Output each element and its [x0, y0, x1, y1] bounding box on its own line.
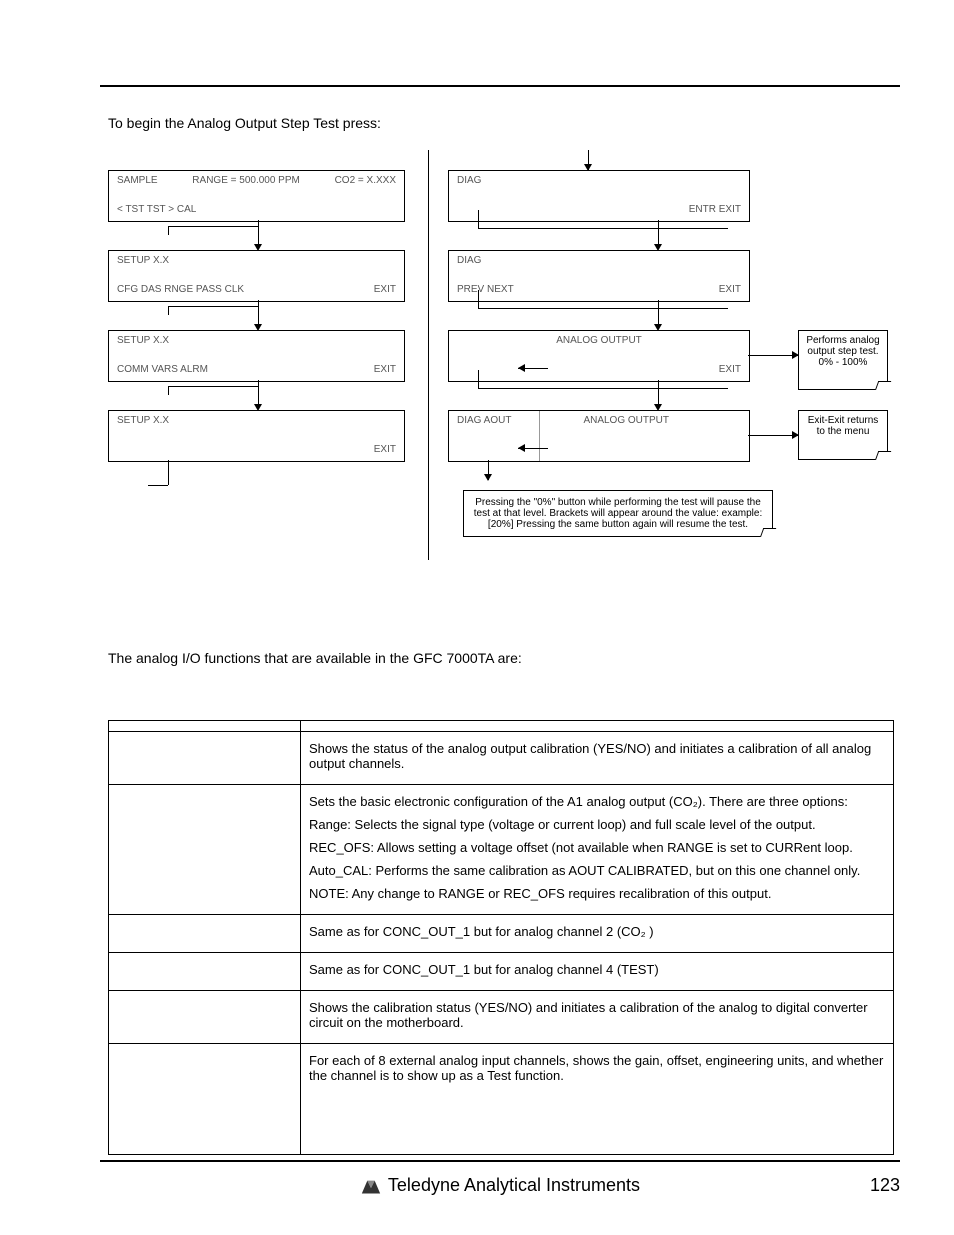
table-cell-text: For each of 8 external analog input chan…	[309, 1053, 885, 1083]
table-cell-desc: Sets the basic electronic configuration …	[301, 785, 894, 915]
table-cell-key	[109, 732, 301, 785]
screen-label: SETUP X.X	[117, 255, 169, 266]
screen-button-group: EXIT	[374, 284, 396, 295]
table-header-right	[301, 721, 894, 732]
table-cell-text: Range: Selects the signal type (voltage …	[309, 817, 885, 832]
table-cell-key	[109, 991, 301, 1044]
menu-screen: DIAG PREV NEXT EXIT	[448, 250, 750, 302]
logo-icon	[360, 1177, 382, 1195]
rule-top	[100, 85, 900, 87]
table-cell-key	[109, 785, 301, 915]
table-cell-key	[109, 1044, 301, 1155]
screen-label: SETUP X.X	[117, 335, 169, 346]
screen-label: SAMPLE	[117, 175, 158, 186]
table-cell-key	[109, 915, 301, 953]
table-cell-desc: For each of 8 external analog input chan…	[301, 1044, 894, 1155]
table-row: For each of 8 external analog input chan…	[109, 1044, 894, 1155]
intro-text: To begin the Analog Output Step Test pre…	[108, 115, 381, 131]
screen-label: ANALOG OUTPUT	[556, 335, 642, 346]
table-cell-text: REC_OFS: Allows setting a voltage offset…	[309, 840, 885, 855]
screen-button-group: EXIT	[374, 364, 396, 375]
table-cell-desc: Shows the status of the analog output ca…	[301, 732, 894, 785]
screen-button-group: CFG DAS RNGE PASS CLK	[117, 284, 244, 295]
screen-button-group: COMM VARS ALRM	[117, 364, 208, 375]
table-cell-desc: Shows the calibration status (YES/NO) an…	[301, 991, 894, 1044]
table-row: Same as for CONC_OUT_1 but for analog ch…	[109, 915, 894, 953]
screen-button-group: EXIT	[719, 364, 741, 375]
table-row: Shows the calibration status (YES/NO) an…	[109, 991, 894, 1044]
menu-screen: SETUP X.X EXIT	[108, 410, 405, 462]
screen-label: DIAG	[457, 255, 481, 266]
menu-screen: SETUP X.X CFG DAS RNGE PASS CLK EXIT	[108, 250, 405, 302]
table-cell-text: Same as for CONC_OUT_1 but for analog ch…	[309, 924, 885, 939]
page: To begin the Analog Output Step Test pre…	[0, 0, 954, 1235]
screen-label: CO2 = X.XXX	[335, 175, 396, 186]
functions-table: Shows the status of the analog output ca…	[108, 720, 894, 1155]
menu-screen: DIAG ENTR EXIT	[448, 170, 750, 222]
table-row: Sets the basic electronic configuration …	[109, 785, 894, 915]
table-cell-text: NOTE: Any change to RANGE or REC_OFS req…	[309, 886, 885, 901]
body-line: The analog I/O functions that are availa…	[108, 650, 522, 666]
screen-label: ANALOG OUTPUT	[583, 415, 669, 426]
footer: Teledyne Analytical Instruments 123	[100, 1175, 900, 1196]
table-row: Shows the status of the analog output ca…	[109, 732, 894, 785]
page-number: 123	[870, 1175, 900, 1196]
flowchart: SAMPLE RANGE = 500.000 PPM CO2 = X.XXX < TS…	[108, 150, 898, 580]
table-header-row	[109, 721, 894, 732]
table-cell-text: Shows the status of the analog output ca…	[309, 741, 885, 771]
table-cell-text: Sets the basic electronic configuration …	[309, 794, 885, 809]
callout-note: Exit-Exit returns to the menu	[798, 410, 888, 460]
table-cell-text: Same as for CONC_OUT_1 but for analog ch…	[309, 962, 885, 977]
screen-button-group: EXIT	[719, 284, 741, 295]
table-cell-text: Auto_CAL: Performs the same calibration …	[309, 863, 885, 878]
menu-screen: DIAG AOUT ANALOG OUTPUT	[448, 410, 750, 462]
table-cell-desc: Same as for CONC_OUT_1 but for analog ch…	[301, 915, 894, 953]
table-header-left	[109, 721, 301, 732]
menu-screen: ANALOG OUTPUT EXIT	[448, 330, 750, 382]
table-cell-key	[109, 953, 301, 991]
menu-screen: SETUP X.X COMM VARS ALRM EXIT	[108, 330, 405, 382]
pause-note: Pressing the "0%" button while performin…	[463, 490, 773, 537]
table-cell-text: Shows the calibration status (YES/NO) an…	[309, 1000, 885, 1030]
table-cell-desc: Same as for CONC_OUT_1 but for analog ch…	[301, 953, 894, 991]
screen-button-group: EXIT	[374, 444, 396, 455]
screen-button-group: ENTR EXIT	[689, 204, 741, 215]
rule-bottom	[100, 1160, 900, 1162]
callout-note: Performs analog output step test. 0% - 1…	[798, 330, 888, 390]
screen-label: SETUP X.X	[117, 415, 169, 426]
footer-brand: Teledyne Analytical Instruments	[388, 1175, 640, 1196]
screen-button-group: PREV NEXT	[457, 284, 514, 295]
menu-screen: SAMPLE RANGE = 500.000 PPM CO2 = X.XXX < TS…	[108, 170, 405, 222]
screen-label: DIAG	[457, 175, 481, 186]
screen-button-group: < TST TST > CAL	[117, 204, 196, 215]
screen-label: RANGE = 500.000 PPM	[192, 175, 300, 186]
table-row: Same as for CONC_OUT_1 but for analog ch…	[109, 953, 894, 991]
screen-label: DIAG AOUT	[457, 415, 511, 426]
